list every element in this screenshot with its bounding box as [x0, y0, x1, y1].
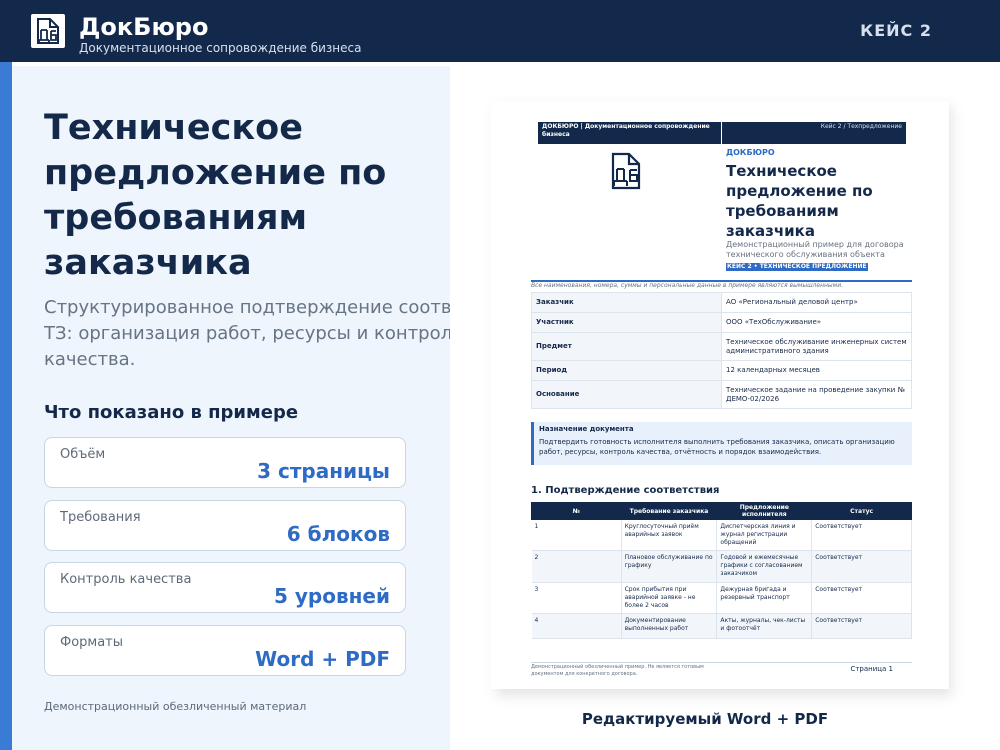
- doc-footer-note: Демонстрационный обезличенный пример. Не…: [531, 664, 704, 677]
- stat-label: Контроль качества: [60, 572, 192, 587]
- column-header: Требование заказчика: [620, 502, 718, 520]
- column-header: Предложение исполнителя: [716, 502, 813, 520]
- row-offer: Дежурная бригада и резервный транспорт: [716, 582, 813, 614]
- brand-tagline: Документационное сопровождение бизнеса: [79, 41, 362, 55]
- subtitle-line: Структурированное подтверждение соответс…: [44, 297, 450, 318]
- doc-header-bar: ДОКБЮРО | Документационное сопровождение…: [538, 122, 906, 144]
- info-value: ООО «ТехОбслуживание»: [721, 312, 912, 333]
- row-offer: Годовой и ежемесячные графики с согласов…: [716, 550, 813, 583]
- table-row: Заказчик АО «Региональный деловой центр»: [531, 292, 912, 313]
- doc-footer-rule: [531, 662, 912, 663]
- top-header: ДокБюро Документационное сопровождение б…: [0, 0, 1000, 62]
- doc-purpose-box: Назначение документа Подтвердить готовно…: [531, 422, 912, 465]
- table-row: 3 Срок прибытия при аварийной заявке - н…: [531, 582, 912, 614]
- brand-name: ДокБюро: [79, 13, 209, 41]
- doc-requirements-table: № Требование заказчика Предложение испол…: [531, 502, 912, 639]
- info-key: Основание: [531, 380, 722, 409]
- table-row: 1 Круглосуточный приём аварийных заявок …: [531, 519, 912, 551]
- row-requirement: Документирование выполненных работ: [621, 613, 718, 639]
- info-key: Участник: [531, 312, 722, 333]
- doc-header-left: ДОКБЮРО | Документационное сопровождение…: [542, 123, 710, 138]
- row-requirement: Плановое обслуживание по графику: [621, 550, 718, 583]
- row-offer: Акты, журналы, чек-листы и фотоотчёт: [716, 613, 813, 639]
- doc-subtitle: Демонстрационный пример для договора тех…: [726, 240, 904, 259]
- stat-card-requirements: Требования 6 блоков: [44, 500, 406, 551]
- doc-purpose-text: Подтвердить готовность исполнителя выпол…: [539, 438, 895, 456]
- disclaimer: Демонстрационный обезличенный материал: [44, 700, 307, 713]
- row-number: 3: [531, 582, 622, 614]
- stat-value: 5 уровней: [273, 584, 390, 608]
- table-row: Участник ООО «ТехОбслуживание»: [531, 312, 912, 333]
- table-row: 4 Документирование выполненных работ Акт…: [531, 613, 912, 639]
- column-header: Статус: [811, 502, 912, 520]
- document-logo-icon: [31, 14, 65, 48]
- doc-header-divider: [721, 122, 722, 144]
- info-key: Заказчик: [531, 292, 722, 313]
- column-header: №: [531, 502, 622, 520]
- row-status: Соответствует: [811, 613, 912, 639]
- doc-section-title: 1. Подтверждение соответствия: [531, 485, 720, 496]
- stat-card-quality: Контроль качества 5 уровней: [44, 562, 406, 613]
- left-accent-bar: [0, 62, 12, 750]
- stat-value: Word + PDF: [255, 647, 390, 671]
- info-value: Техническое обслуживание инженерных сист…: [721, 332, 912, 361]
- doc-info-table: Заказчик АО «Региональный деловой центр»…: [531, 292, 912, 409]
- doc-brand: ДОКБЮРО: [726, 148, 775, 157]
- stat-value: 6 блоков: [286, 522, 390, 546]
- row-requirement: Срок прибытия при аварийной заявке - не …: [621, 582, 718, 614]
- doc-badge: КЕЙС 2 • ТЕХНИЧЕСКОЕ ПРЕДЛОЖЕНИЕ: [726, 263, 868, 271]
- stat-card-volume: Объём 3 страницы: [44, 437, 406, 488]
- stat-label: Форматы: [60, 635, 124, 650]
- document-caption: Редактируемый Word + PDF: [581, 710, 829, 728]
- row-status: Соответствует: [811, 582, 912, 614]
- shown-heading: Что показано в примере: [44, 402, 299, 423]
- doc-title: Техническое предложение по требованиям з…: [726, 162, 873, 240]
- doc-logo-icon: [611, 152, 641, 190]
- info-key: Предмет: [531, 332, 722, 361]
- row-status: Соответствует: [811, 519, 912, 551]
- info-value: Техническое задание на проведение закупк…: [721, 380, 912, 409]
- doc-header-right: Кейс 2 / Техпредложение: [820, 123, 902, 130]
- stat-label: Объём: [60, 447, 106, 462]
- doc-note: Все наименования, номера, суммы и персон…: [531, 282, 843, 289]
- row-requirement: Круглосуточный приём аварийных заявок: [621, 519, 718, 551]
- document-preview: ДОКБЮРО | Документационное сопровождение…: [491, 101, 949, 689]
- info-value: АО «Региональный деловой центр»: [721, 292, 912, 313]
- page-title: Техническое предложение по требованиям з…: [44, 108, 387, 283]
- table-row: Основание Техническое задание на проведе…: [531, 380, 912, 409]
- info-key: Период: [531, 360, 722, 381]
- row-number: 4: [531, 613, 622, 639]
- info-value: 12 календарных месяцев: [721, 360, 912, 381]
- page-subtitle: Структурированное подтверждение соответс…: [44, 295, 450, 373]
- row-offer: Диспетчерская линия и журнал регистрации…: [716, 519, 813, 551]
- subtitle-line: качества.: [44, 349, 136, 370]
- row-number: 1: [531, 519, 622, 551]
- subtitle-line: ТЗ: организация работ, ресурсы и контрол…: [44, 323, 450, 344]
- table-row: Период 12 календарных месяцев: [531, 360, 912, 381]
- table-header-row: № Требование заказчика Предложение испол…: [531, 502, 912, 520]
- case-label: КЕЙС 2: [860, 21, 932, 40]
- table-row: Предмет Техническое обслуживание инженер…: [531, 332, 912, 361]
- stat-value: 3 страницы: [257, 459, 390, 483]
- doc-purpose-title: Назначение документа: [539, 425, 634, 433]
- stat-card-formats: Форматы Word + PDF: [44, 625, 406, 676]
- table-row: 2 Плановое обслуживание по графику Годов…: [531, 550, 912, 583]
- left-panel: Техническое предложение по требованиям з…: [12, 66, 450, 750]
- stat-label: Требования: [60, 510, 141, 525]
- doc-page-number: Страница 1: [850, 665, 893, 673]
- row-status: Соответствует: [811, 550, 912, 583]
- row-number: 2: [531, 550, 622, 583]
